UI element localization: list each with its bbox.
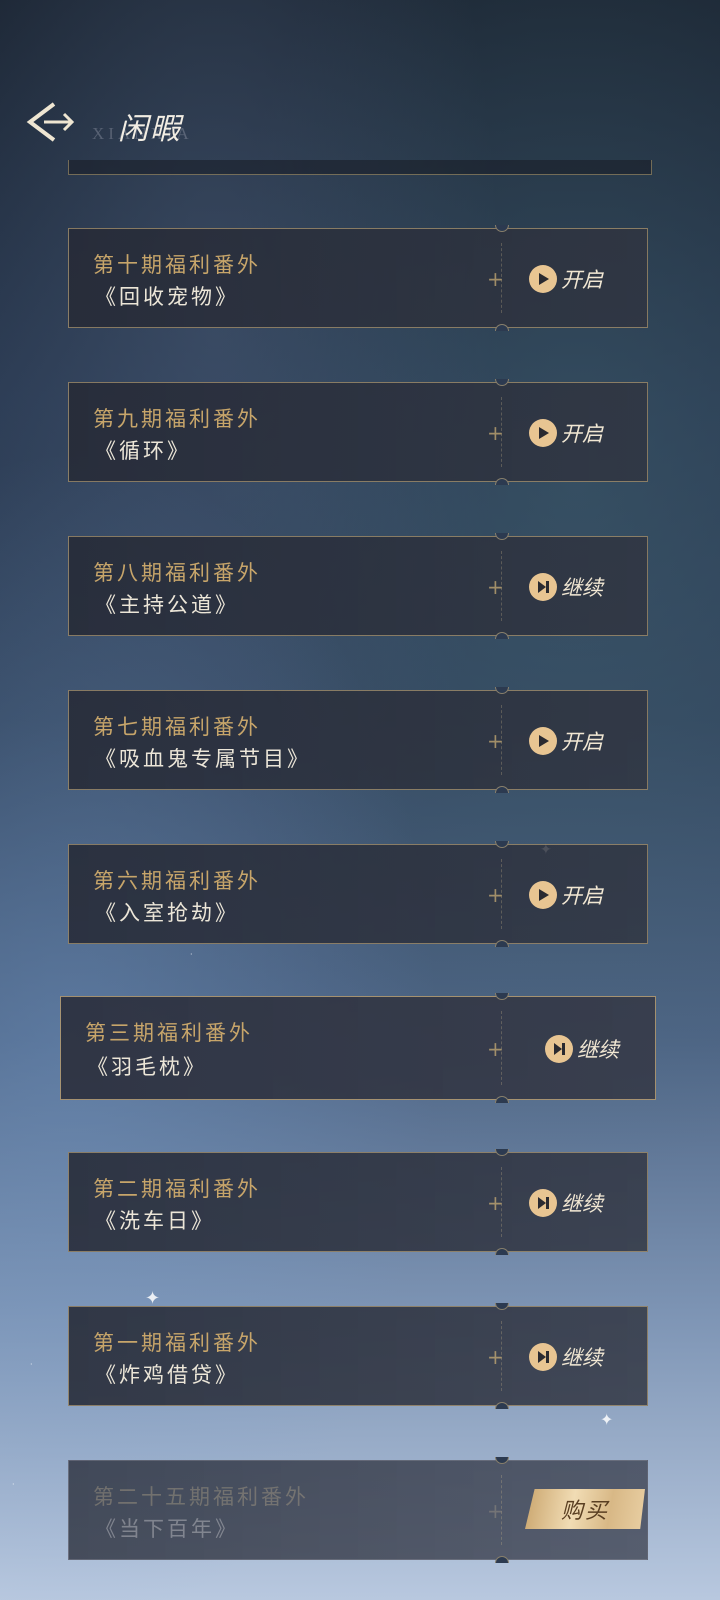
episode-label: 第九期福利番外 [93,407,261,431]
sparkle-icon: + [487,1191,504,1215]
star-icon: ✦ [600,1410,614,1429]
episode-title: 《循环》 [95,439,191,463]
sparkle-icon: + [487,267,504,291]
play-icon [529,881,557,909]
episode-label: 第十期福利番外 [93,253,261,277]
episode-label: 第二十五期福利番外 [93,1485,309,1509]
open-button[interactable]: 开启 [529,263,603,295]
episode-title: 《入室抢劫》 [95,901,239,925]
open-button[interactable]: 开启 [529,725,603,757]
action-label: 开启 [561,268,603,292]
continue-button[interactable]: 继续 [529,1187,603,1219]
sparkle-icon: + [487,421,504,445]
sparkle-icon: + [487,729,504,753]
list-top-edge [68,160,652,175]
back-button[interactable] [24,100,80,144]
resume-icon [529,1189,557,1217]
star-icon: · [30,1360,33,1369]
sparkle-icon: + [487,575,504,599]
star-icon: · [190,950,193,959]
episode-title: 《炸鸡借贷》 [95,1363,239,1387]
continue-button[interactable]: 继续 [529,571,603,603]
action-label: 继续 [577,1038,619,1062]
sparkle-icon: + [487,883,504,907]
episode-title: 《回收宠物》 [95,285,239,309]
episode-card[interactable]: + 第二期福利番外 《洗车日》 继续 [68,1149,648,1255]
continue-button[interactable]: 继续 [545,1033,619,1065]
episode-label: 第三期福利番外 [85,1021,253,1045]
open-button[interactable]: 开启 [529,879,603,911]
resume-icon [529,1343,557,1371]
sparkle-icon: + [487,1037,504,1061]
continue-button[interactable]: 继续 [529,1341,603,1373]
play-icon [529,727,557,755]
episode-card[interactable]: + 第七期福利番外 《吸血鬼专属节目》 开启 [68,687,648,793]
resume-icon [545,1035,573,1063]
action-label: 继续 [561,1192,603,1216]
episode-title: 《吸血鬼专属节目》 [95,747,311,771]
episode-card[interactable]: + 第九期福利番外 《循环》 开启 [68,379,648,485]
action-label: 开启 [561,730,603,754]
episode-card[interactable]: + 第十期福利番外 《回收宠物》 开启 [68,225,648,331]
action-label: 继续 [561,576,603,600]
buy-button[interactable]: 购买 [525,1489,645,1529]
episode-label: 第八期福利番外 [93,561,261,585]
episode-card[interactable]: + 第六期福利番外 《入室抢劫》 开启 [68,841,648,947]
episode-label: 第六期福利番外 [93,869,261,893]
open-button[interactable]: 开启 [529,417,603,449]
star-icon: · [12,1480,15,1489]
action-label: 开启 [561,422,603,446]
action-label: 开启 [561,884,603,908]
page-header: XIANXIA 闲暇 [0,96,720,156]
buy-label: 购买 [560,1499,609,1524]
episode-label: 第二期福利番外 [93,1177,261,1201]
episode-card-locked[interactable]: + 第二十五期福利番外 《当下百年》 购买 [68,1457,648,1563]
episode-title: 《羽毛枕》 [87,1055,207,1079]
play-icon [529,419,557,447]
sparkle-icon: + [487,1499,504,1523]
resume-icon [529,573,557,601]
episode-card[interactable]: + 第八期福利番外 《主持公道》 继续 [68,533,648,639]
episode-label: 第一期福利番外 [93,1331,261,1355]
episode-label: 第七期福利番外 [93,715,261,739]
episode-title: 《当下百年》 [95,1517,239,1541]
action-label: 继续 [561,1346,603,1370]
episode-card-selected[interactable]: + 第三期福利番外 《羽毛枕》 继续 [60,993,656,1103]
play-icon [529,265,557,293]
back-arrow-icon [26,102,75,142]
sparkle-icon: + [487,1345,504,1369]
episode-card[interactable]: + 第一期福利番外 《炸鸡借贷》 继续 [68,1303,648,1409]
episode-title: 《洗车日》 [95,1209,215,1233]
episode-title: 《主持公道》 [95,593,239,617]
page-title: 闲暇 [118,112,182,147]
